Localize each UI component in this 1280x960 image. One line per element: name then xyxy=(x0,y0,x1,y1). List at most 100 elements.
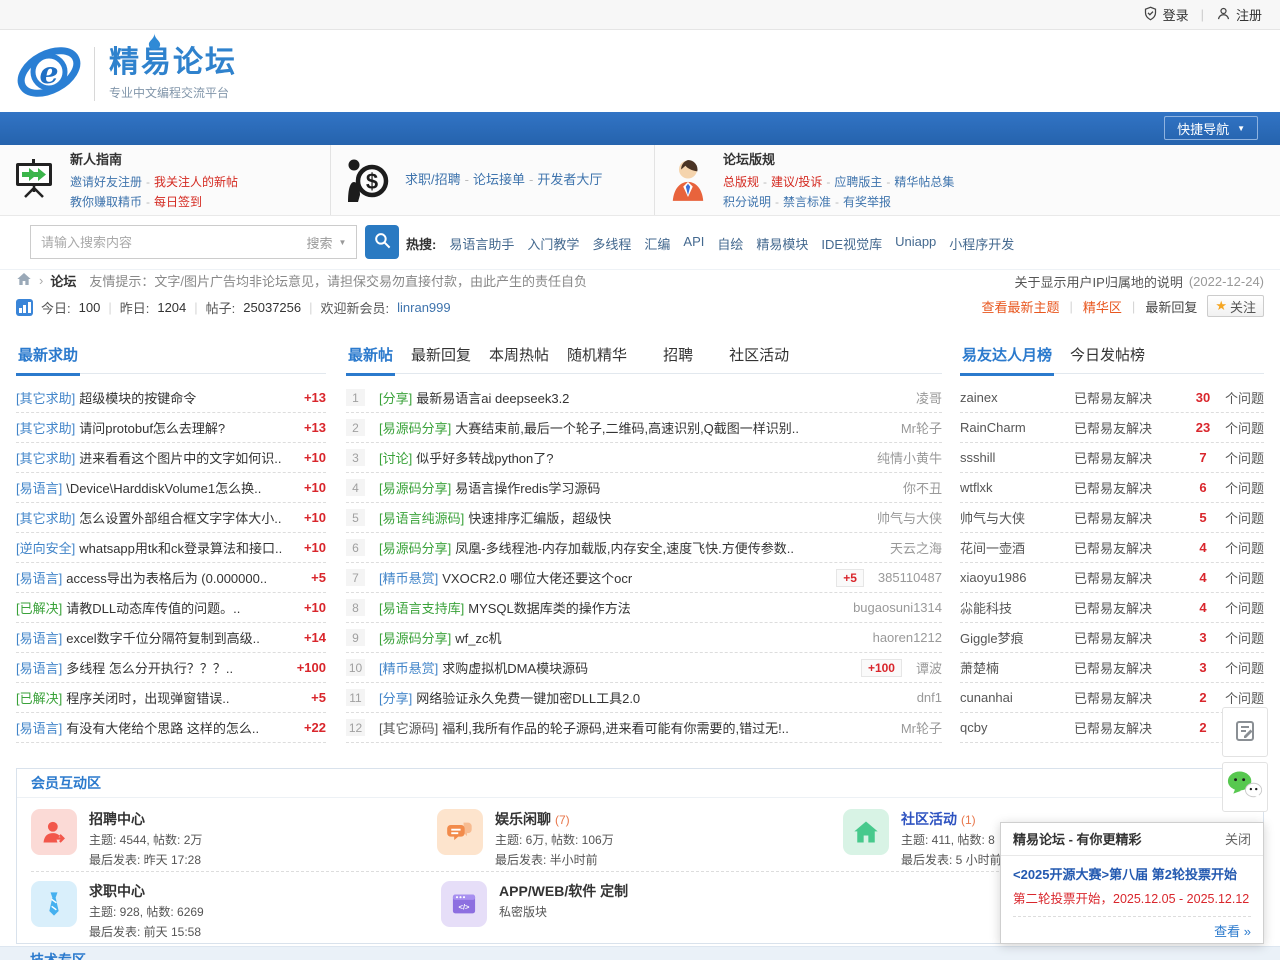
thread-category[interactable]: [易语言] xyxy=(16,628,62,647)
post-list-item[interactable]: 11[分享]网络验证永久免费一键加密DLL工具2.0dnf1 xyxy=(346,683,942,713)
quick-link[interactable]: 邀请好友注册 xyxy=(70,175,142,189)
hot-search-link[interactable]: 易语言助手 xyxy=(449,234,514,253)
help-list-item[interactable]: [其它求助]进来看看这个图片中的文字如何识..+10 xyxy=(16,443,326,473)
help-list-item[interactable]: [易语言]\Device\HarddiskVolume1怎么换..+10 xyxy=(16,473,326,503)
thread-category[interactable]: [易语言纯源码] xyxy=(379,508,464,527)
thread-category[interactable]: [精币悬赏] xyxy=(379,568,438,587)
thread-title[interactable]: 凤凰-多线程池-内存加载版,内存安全,速度飞快.方便传参数.. xyxy=(455,538,876,557)
rank-list-item[interactable]: 萧楚楠已帮易友解决3个问题 xyxy=(960,653,1264,683)
rank-user-name[interactable]: 花间一壶酒 xyxy=(960,538,1070,557)
rank-list-item[interactable]: 尛能科技已帮易友解决4个问题 xyxy=(960,593,1264,623)
rank-user-name[interactable]: qcby xyxy=(960,720,1070,735)
hot-search-link[interactable]: 自绘 xyxy=(717,234,743,253)
login-button[interactable]: 登录 xyxy=(1143,5,1189,24)
thread-title[interactable]: 进来看看这个图片中的文字如何识.. xyxy=(79,448,294,467)
thread-title[interactable]: 求购虚拟机DMA模块源码 xyxy=(442,658,849,677)
thread-title[interactable]: 请教DLL动态库传值的问题。.. xyxy=(66,598,294,617)
next-section-title[interactable]: 技术专区 xyxy=(30,950,86,960)
thread-category[interactable]: [易源码分享] xyxy=(379,418,451,437)
rank-list-item[interactable]: 帅气与大侠已帮易友解决5个问题 xyxy=(960,503,1264,533)
quick-link[interactable]: 每日签到 xyxy=(154,195,202,209)
thread-title[interactable]: VXOCR2.0 哪位大佬还要这个ocr xyxy=(442,568,824,587)
wechat-button[interactable] xyxy=(1222,762,1268,812)
search-input[interactable] xyxy=(30,225,298,259)
stats-link[interactable]: 精华区 xyxy=(1083,297,1122,316)
thread-category[interactable]: [易源码分享] xyxy=(379,628,451,647)
forum-card-title[interactable]: APP/WEB/软件 定制 xyxy=(499,883,628,899)
tab-6[interactable]: 社区活动 xyxy=(727,336,791,373)
thread-title[interactable]: MYSQL数据库类的操作方法 xyxy=(468,598,839,617)
post-list-item[interactable]: 2[易源码分享]大赛结束前,最后一个轮子,二维码,高速识别,Q截图一样识别..M… xyxy=(346,413,942,443)
help-list-item[interactable]: [易语言]多线程 怎么分开执行？？？..+100 xyxy=(16,653,326,683)
help-list-item[interactable]: [其它求助]超级模块的按键命令+13 xyxy=(16,383,326,413)
stat-value[interactable]: linran999 xyxy=(397,300,451,315)
thread-author[interactable]: Mr轮子 xyxy=(901,718,942,737)
quick-link[interactable]: 求职/招聘 xyxy=(405,172,461,187)
thread-category[interactable]: [讨论] xyxy=(379,448,412,467)
tab-3[interactable]: 本周热帖 xyxy=(487,336,551,373)
rank-list-item[interactable]: wtflxk已帮易友解决6个问题 xyxy=(960,473,1264,503)
post-list-item[interactable]: 12[其它源码]福利,我所有作品的轮子源码,进来看可能有你需要的,错过无!..M… xyxy=(346,713,942,743)
tab-1[interactable]: 最新帖 xyxy=(346,336,395,376)
quick-link[interactable]: 我关注人的新帖 xyxy=(154,175,238,189)
popup-view-more-link[interactable]: 查看 » xyxy=(1214,924,1251,939)
hot-search-link[interactable]: 多线程 xyxy=(592,234,631,253)
rank-list-item[interactable]: RainCharm已帮易友解决23个问题 xyxy=(960,413,1264,443)
rank-user-name[interactable]: xiaoyu1986 xyxy=(960,570,1070,585)
thread-author[interactable]: 谭波 xyxy=(916,658,942,677)
home-icon[interactable] xyxy=(16,271,32,290)
thread-author[interactable]: bugaosuni1314 xyxy=(853,600,942,615)
help-list-item[interactable]: [逆向安全]whatsapp用tk和ck登录算法和接口..+10 xyxy=(16,533,326,563)
search-type-dropdown[interactable]: 搜索 ▼ xyxy=(297,225,357,259)
thread-title[interactable]: 最新易语言ai deepseek3.2 xyxy=(416,388,902,407)
member-interact-title[interactable]: 会员互动区 xyxy=(17,769,1263,798)
forum-card-title[interactable]: 招聘中心 xyxy=(89,811,145,827)
post-list-item[interactable]: 4[易源码分享]易语言操作redis学习源码你不丑 xyxy=(346,473,942,503)
hot-search-link[interactable]: Uniapp xyxy=(895,234,936,253)
rank-user-name[interactable]: cunanhai xyxy=(960,690,1070,705)
thread-title[interactable]: whatsapp用tk和ck登录算法和接口.. xyxy=(79,538,294,557)
site-logo[interactable]: e 精易论坛 专业中文编程交流平台 xyxy=(16,42,237,105)
quick-link[interactable]: 论坛接单 xyxy=(473,172,525,187)
thread-category[interactable]: [分享] xyxy=(379,388,412,407)
rank-list-item[interactable]: cunanhai已帮易友解决2个问题 xyxy=(960,683,1264,713)
help-list-item[interactable]: [易语言]excel数字千位分隔符复制到高级..+14 xyxy=(16,623,326,653)
follow-button[interactable]: ★ 关注 xyxy=(1207,295,1264,317)
tab-latest-help[interactable]: 最新求助 xyxy=(16,336,80,376)
thread-category[interactable]: [其它求助] xyxy=(16,508,75,527)
quick-link[interactable]: 积分说明 xyxy=(723,195,771,209)
thread-category[interactable]: [易源码分享] xyxy=(379,478,451,497)
post-list-item[interactable]: 9[易源码分享]wf_zc机haoren1212 xyxy=(346,623,942,653)
thread-category[interactable]: [易源码分享] xyxy=(379,538,451,557)
quick-nav-button[interactable]: 快捷导航 ▼ xyxy=(1164,116,1258,140)
quick-link[interactable]: 建议/投诉 xyxy=(771,175,822,189)
rank-tab-1[interactable]: 易友达人月榜 xyxy=(960,336,1054,376)
thread-title[interactable]: 快速排序汇编版，超级快 xyxy=(468,508,863,527)
thread-category[interactable]: [易语言] xyxy=(16,478,62,497)
tab-5[interactable]: 招聘 xyxy=(661,336,695,373)
thread-title[interactable]: excel数字千位分隔符复制到高级.. xyxy=(66,628,294,647)
post-list-item[interactable]: 5[易语言纯源码]快速排序汇编版，超级快帅气与大侠 xyxy=(346,503,942,533)
thread-author[interactable]: 纯情小黄牛 xyxy=(877,448,942,467)
thread-category[interactable]: [精币悬赏] xyxy=(379,658,438,677)
thread-title[interactable]: 超级模块的按键命令 xyxy=(79,388,294,407)
thread-title[interactable]: 请问protobuf怎么去理解? xyxy=(79,418,294,437)
forum-card-title[interactable]: 社区活动 xyxy=(901,811,957,827)
hot-search-link[interactable]: 入门教学 xyxy=(527,234,579,253)
rank-user-name[interactable]: RainCharm xyxy=(960,420,1070,435)
thread-author[interactable]: haoren1212 xyxy=(873,630,942,645)
forum-card-title[interactable]: 娱乐闲聊 xyxy=(495,811,551,827)
feedback-form-button[interactable] xyxy=(1222,707,1268,757)
rank-user-name[interactable]: wtflxk xyxy=(960,480,1070,495)
rank-user-name[interactable]: Giggle梦痕 xyxy=(960,628,1070,647)
tab-2[interactable]: 最新回复 xyxy=(409,336,473,373)
thread-author[interactable]: 你不丑 xyxy=(903,478,942,497)
thread-author[interactable]: 帅气与大侠 xyxy=(877,508,942,527)
thread-category[interactable]: [易语言] xyxy=(16,568,62,587)
forum-card-title[interactable]: 求职中心 xyxy=(89,883,145,899)
thread-category[interactable]: [其它求助] xyxy=(16,388,75,407)
thread-title[interactable]: 易语言操作redis学习源码 xyxy=(455,478,889,497)
quick-link[interactable]: 有奖举报 xyxy=(843,195,891,209)
help-list-item[interactable]: [已解决]请教DLL动态库传值的问题。..+10 xyxy=(16,593,326,623)
post-list-item[interactable]: 1[分享]最新易语言ai deepseek3.2凌哥 xyxy=(346,383,942,413)
